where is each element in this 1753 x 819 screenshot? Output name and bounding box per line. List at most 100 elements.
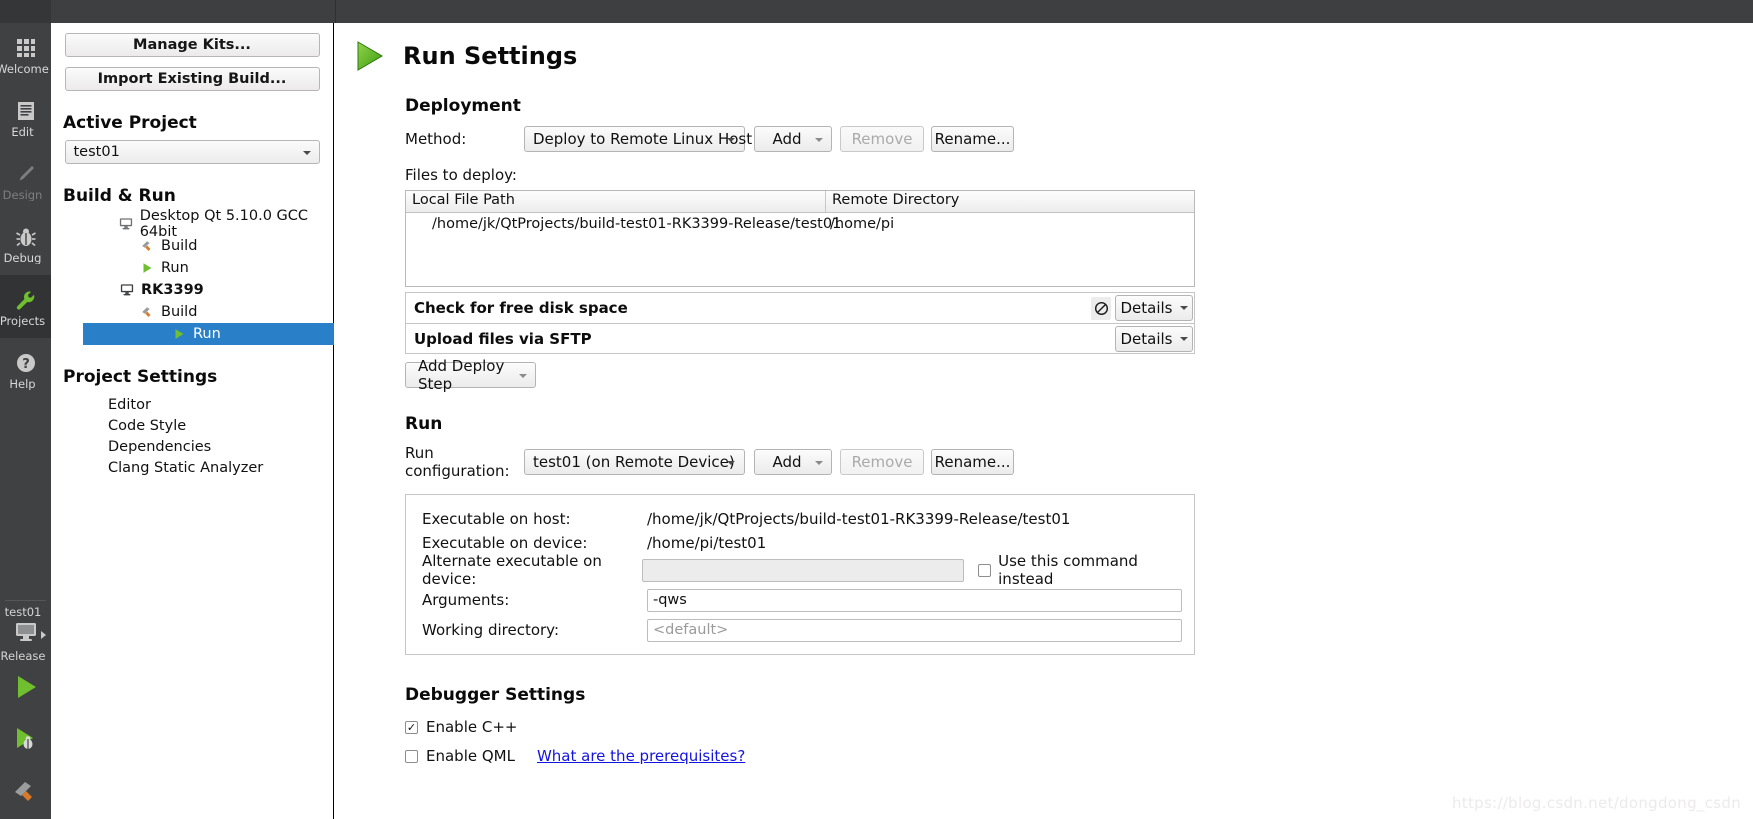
grid-icon — [13, 35, 39, 61]
run-button[interactable] — [0, 663, 51, 715]
hammer-icon — [139, 304, 155, 320]
enable-cpp-row: ✓ Enable C++ — [405, 715, 1753, 739]
project-settings-heading: Project Settings — [63, 367, 218, 387]
document-icon — [13, 98, 39, 124]
arguments-input[interactable] — [647, 588, 1182, 612]
tree-item-desktop-run[interactable]: Run — [51, 257, 333, 279]
chevron-down-icon — [727, 461, 735, 465]
files-to-deploy-label: Files to deploy: — [405, 166, 517, 184]
deploy-step-details-button[interactable]: Details — [1115, 295, 1193, 321]
alternate-executable-label: Alternate executable on device: — [422, 552, 602, 588]
tree-item-rk3399-build[interactable]: Build — [51, 301, 333, 323]
run-settings-pane: Run Settings Deployment Method: Deploy t… — [335, 23, 1753, 819]
column-header-local-file-path[interactable]: Local File Path — [406, 191, 826, 212]
cell-local-file-path: /home/jk/QtProjects/build-test01-RK3399-… — [432, 215, 842, 232]
sidebar-item-help[interactable]: ? Help — [0, 338, 51, 401]
tree-item-label: Run — [161, 260, 189, 276]
enable-qml-label: Enable QML — [426, 747, 515, 765]
use-this-command-checkbox[interactable] — [978, 563, 992, 577]
enable-qml-checkbox[interactable] — [405, 749, 418, 763]
sidebar-item-design[interactable]: Design — [0, 149, 51, 212]
title-bar — [0, 0, 1753, 23]
no-entry-icon[interactable] — [1091, 297, 1111, 320]
run-icon — [11, 672, 41, 706]
kit-build-config: Release — [0, 649, 46, 663]
kit-device-row[interactable] — [0, 619, 51, 649]
build-button[interactable] — [0, 767, 51, 819]
tree-item-rk3399-run[interactable]: Run — [83, 323, 334, 345]
add-deploy-step-label: Add Deploy Step — [418, 357, 505, 393]
chevron-down-icon — [727, 138, 735, 142]
run-configuration-label: Run configuration: — [405, 444, 510, 480]
table-row[interactable]: /home/jk/QtProjects/build-test01-RK3399-… — [406, 213, 1194, 234]
title-bar-project-segment — [51, 0, 336, 23]
add-deploy-step-button[interactable]: Add Deploy Step — [405, 357, 536, 393]
executable-on-host-row: Executable on host: /home/jk/QtProjects/… — [422, 507, 1194, 531]
deployment-remove-button: Remove — [840, 126, 924, 152]
tree-item-desktop-kit[interactable]: Desktop Qt 5.10.0 GCC 64bit — [51, 208, 333, 240]
run-configuration-value: test01 (on Remote Device) — [533, 453, 735, 471]
chevron-down-icon — [1179, 337, 1188, 341]
deployment-rename-button[interactable]: Rename... — [931, 126, 1014, 152]
page-title: Run Settings — [403, 42, 578, 70]
active-project-combo[interactable]: test01 — [64, 140, 320, 164]
deployment-add-button[interactable]: Add — [754, 126, 832, 152]
alternate-executable-input[interactable] — [642, 558, 965, 582]
settings-item-clang-static-analyzer[interactable]: Clang Static Analyzer — [51, 457, 333, 478]
kit-target-block[interactable]: test01 Release — [0, 601, 51, 663]
arguments-label: Arguments: — [422, 591, 510, 609]
run-icon — [139, 260, 155, 276]
watermark: https://blog.csdn.net/dongdong_csdn — [1452, 794, 1741, 812]
manage-kits-button[interactable]: Manage Kits... — [64, 33, 320, 57]
run-add-button[interactable]: Add — [754, 449, 832, 475]
settings-item-code-style[interactable]: Code Style — [51, 415, 333, 436]
desktop-icon — [14, 621, 38, 647]
debug-button[interactable] — [0, 715, 51, 767]
deployment-method-row: Method: Deploy to Remote Linux Host Add … — [405, 126, 1753, 152]
active-project-value: test01 — [73, 144, 120, 160]
tree-item-rk3399-kit[interactable]: RK3399 — [51, 279, 333, 301]
desktop-icon — [119, 282, 135, 298]
settings-item-dependencies[interactable]: Dependencies — [51, 436, 333, 457]
run-icon — [171, 326, 187, 342]
column-header-remote-directory[interactable]: Remote Directory — [826, 191, 1194, 212]
qt-creator-window: Welcome Edit Design Debug Projects ? Hel… — [0, 0, 1753, 819]
settings-item-editor[interactable]: Editor — [51, 394, 333, 415]
sidebar-item-welcome[interactable]: Welcome — [0, 23, 51, 86]
sidebar-item-debug[interactable]: Debug — [0, 212, 51, 275]
run-icon — [349, 36, 389, 76]
project-settings-panel: Manage Kits... Import Existing Build... … — [51, 23, 334, 819]
sidebar-item-label: Debug — [3, 251, 42, 264]
enable-qml-row: Enable QML What are the prerequisites? — [405, 744, 1753, 768]
working-directory-input[interactable] — [647, 618, 1182, 642]
tree-item-label: Build — [161, 304, 198, 320]
deploy-step-name: Check for free disk space — [414, 299, 628, 317]
arguments-row: Arguments: — [422, 588, 1194, 612]
sidebar-item-label: Welcome — [0, 62, 49, 75]
sidebar-item-edit[interactable]: Edit — [0, 86, 51, 149]
debug-icon — [11, 724, 41, 758]
use-this-command-label: Use this command instead — [998, 552, 1138, 588]
enable-cpp-checkbox[interactable]: ✓ — [405, 720, 418, 734]
chevron-down-icon — [519, 374, 527, 378]
deploy-steps-list: Check for free disk space Details Upload… — [405, 292, 1195, 354]
title-bar-main-segment — [336, 0, 1753, 23]
deployment-method-label: Method: — [405, 130, 467, 148]
deployment-method-combo[interactable]: Deploy to Remote Linux Host — [524, 126, 752, 152]
kit-project-name: test01 — [4, 605, 42, 619]
deploy-step-check-disk-space: Check for free disk space Details — [405, 292, 1195, 323]
question-icon: ? — [13, 350, 39, 376]
run-rename-button[interactable]: Rename... — [931, 449, 1014, 475]
executable-on-device-label: Executable on device: — [422, 534, 588, 552]
run-configuration-combo[interactable]: test01 (on Remote Device) — [524, 449, 745, 475]
files-to-deploy-table: Local File Path Remote Directory /home/j… — [405, 190, 1195, 287]
import-existing-build-button[interactable]: Import Existing Build... — [64, 67, 320, 91]
svg-text:?: ? — [22, 357, 30, 372]
working-directory-label: Working directory: — [422, 621, 560, 639]
tree-item-label: RK3399 — [141, 282, 204, 298]
deploy-step-details-button[interactable]: Details — [1115, 326, 1193, 352]
sidebar-item-projects[interactable]: Projects — [0, 275, 51, 338]
prerequisites-link[interactable]: What are the prerequisites? — [537, 747, 745, 765]
run-add-label: Add — [772, 453, 802, 471]
project-settings-list: Editor Code Style Dependencies Clang Sta… — [51, 394, 333, 478]
